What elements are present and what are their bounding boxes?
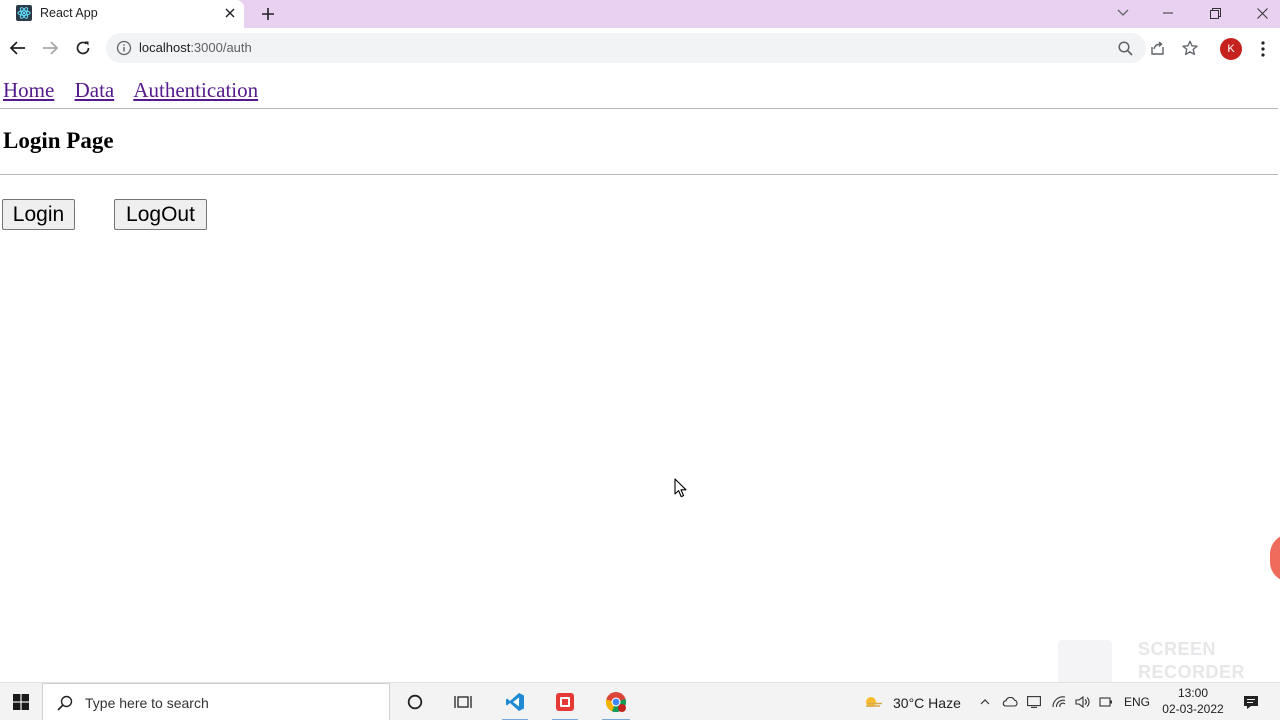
zoom-icon[interactable] xyxy=(1116,39,1134,57)
windows-taskbar: Type here to search 30°C Haze ENG 13:00 … xyxy=(0,682,1280,720)
back-arrow-icon[interactable] xyxy=(7,37,29,59)
taskbar-search-box[interactable]: Type here to search xyxy=(42,683,390,720)
language-indicator[interactable]: ENG xyxy=(1124,695,1150,709)
close-window-icon[interactable] xyxy=(1248,2,1276,24)
url-host: localhost xyxy=(139,40,191,55)
wifi-icon[interactable] xyxy=(1049,683,1069,720)
battery-icon[interactable] xyxy=(1096,683,1116,720)
forward-arrow-icon[interactable] xyxy=(39,37,61,59)
watermark-line: SCREEN xyxy=(1138,639,1217,659)
tab-search-chevron-icon[interactable] xyxy=(1109,2,1137,24)
onedrive-icon[interactable] xyxy=(1000,683,1020,720)
search-icon xyxy=(57,695,73,711)
chevron-up-icon[interactable] xyxy=(976,683,994,720)
address-bar[interactable]: localhost:3000/auth xyxy=(106,33,1198,63)
clock-date: 02-03-2022 xyxy=(1162,702,1224,716)
display-tray-icon[interactable] xyxy=(1024,683,1044,720)
search-placeholder: Type here to search xyxy=(85,695,209,711)
close-tab-icon[interactable] xyxy=(222,5,238,21)
main-nav: Home Data Authentication xyxy=(3,78,273,103)
bookmark-star-icon[interactable] xyxy=(1181,39,1199,57)
browser-tab[interactable]: React App xyxy=(0,0,244,28)
browser-menu-icon[interactable] xyxy=(1254,38,1272,60)
clock-time: 13:00 xyxy=(1177,686,1209,700)
clock[interactable]: 13:00 02-03-2022 xyxy=(1158,685,1228,717)
minimize-icon[interactable] xyxy=(1154,2,1182,24)
restore-icon[interactable] xyxy=(1201,2,1229,24)
mouse-cursor-icon xyxy=(674,478,687,498)
watermark-line: RECORDER xyxy=(1138,662,1246,682)
react-logo-icon xyxy=(16,5,32,21)
browser-toolbar: localhost:3000/auth K xyxy=(0,28,1280,68)
weather-icon[interactable] xyxy=(862,683,884,720)
notifications-icon[interactable] xyxy=(1240,683,1262,720)
screen-recorder-watermark: SCREEN RECORDER xyxy=(1138,638,1245,684)
nav-link-authentication[interactable]: Authentication xyxy=(133,78,258,102)
task-view-icon[interactable] xyxy=(450,683,476,720)
screen-recorder-app-icon[interactable] xyxy=(548,683,582,720)
vscode-icon[interactable] xyxy=(498,683,532,720)
weather-text[interactable]: 30°C Haze xyxy=(893,695,961,711)
page-title: Login Page xyxy=(3,128,114,153)
divider xyxy=(0,174,1278,175)
share-icon[interactable] xyxy=(1148,39,1166,57)
url-text[interactable]: localhost:3000/auth xyxy=(139,40,252,55)
page-content: Home Data Authentication Login Page Logi… xyxy=(0,68,1280,686)
profile-avatar[interactable]: K xyxy=(1220,38,1242,60)
windows-start-icon[interactable] xyxy=(8,683,34,720)
logout-button[interactable]: LogOut xyxy=(114,199,207,230)
recorder-bubble[interactable] xyxy=(1270,534,1280,582)
cortana-icon[interactable] xyxy=(402,683,428,720)
recorder-widget xyxy=(1058,640,1112,686)
login-button[interactable]: Login xyxy=(2,199,75,230)
nav-link-home[interactable]: Home xyxy=(3,78,54,102)
site-info-icon[interactable] xyxy=(116,40,132,56)
volume-icon[interactable] xyxy=(1072,683,1092,720)
url-path: :3000/auth xyxy=(190,40,252,55)
browser-tab-strip: React App xyxy=(0,0,1280,28)
nav-link-data[interactable]: Data xyxy=(75,78,115,102)
reload-icon[interactable] xyxy=(72,37,94,59)
new-tab-icon[interactable] xyxy=(258,4,278,24)
divider xyxy=(0,108,1278,109)
tab-title: React App xyxy=(40,6,98,20)
chrome-icon[interactable] xyxy=(598,683,634,720)
